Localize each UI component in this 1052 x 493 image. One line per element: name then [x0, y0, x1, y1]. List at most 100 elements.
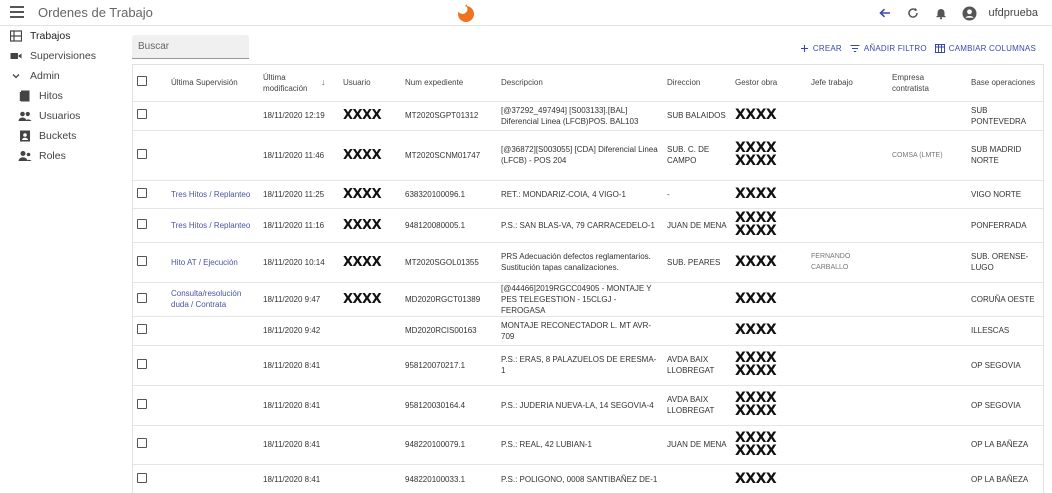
row-select-cell: [133, 130, 167, 181]
table-row[interactable]: 18/11/2020 11:46 XXXX MT2020SCNM01747 [@368…: [133, 130, 1043, 181]
sidebar-item-trabajos[interactable]: Trabajos: [0, 26, 126, 46]
site-manager-cell: XXXX XXXX: [731, 345, 807, 386]
sidebar-item-supervisiones[interactable]: Supervisiones: [0, 46, 126, 66]
table-row[interactable]: 18/11/2020 8:41 948220100079.1 P.S.: REAL,…: [133, 425, 1043, 465]
column-header[interactable]: Direccion: [663, 65, 731, 102]
column-header[interactable]: Descripcion: [497, 65, 663, 102]
redacted-manager: XXXX: [735, 153, 777, 169]
contractor-cell: COMSA (LMTE): [888, 130, 967, 181]
account-circle-icon[interactable]: [960, 4, 978, 22]
row-select-cell: [133, 425, 167, 465]
back-arrow-icon[interactable]: [876, 4, 894, 22]
table-row[interactable]: Tres Hitos / Replanteo 18/11/2020 11:16 XX…: [133, 208, 1043, 243]
last-modified-cell: 18/11/2020 8:41: [259, 345, 339, 386]
sort-arrow-down-icon[interactable]: ↓: [321, 77, 326, 88]
user-cell: XXXX: [339, 242, 401, 283]
row-checkbox[interactable]: [137, 472, 147, 483]
operations-base-cell: VIGO NORTE: [967, 180, 1043, 209]
expedient-number-cell: 958120030164.4: [401, 385, 497, 426]
column-header[interactable]: Jefe trabajo: [807, 65, 888, 102]
bell-icon[interactable]: [932, 4, 950, 22]
row-select-cell: [133, 316, 167, 346]
table-row[interactable]: Tres Hitos / Replanteo 18/11/2020 11:25 XX…: [133, 180, 1043, 209]
sidebar-item-admin[interactable]: Admin: [0, 66, 126, 86]
last-modified-cell: 18/11/2020 8:41: [259, 464, 339, 493]
last-supervision-cell: [167, 101, 259, 131]
select-all-checkbox[interactable]: [137, 76, 147, 87]
row-checkbox[interactable]: [137, 218, 147, 229]
column-header[interactable]: Gestor obra: [731, 65, 807, 102]
operations-base-cell: ILLESCAS: [967, 316, 1043, 346]
work-lead-cell: [807, 385, 888, 426]
last-supervision-cell[interactable]: Hito AT / Ejecución: [167, 242, 259, 283]
table-body: 18/11/2020 12:19 XXXX MT2020SGPT01312 [@372…: [133, 101, 1043, 493]
description-cell: MONTAJE RECONECTADOR L. MT AVR-709: [497, 316, 663, 346]
table-row[interactable]: Consulta/resolución duda / Contrata 18/11…: [133, 282, 1043, 317]
last-supervision-cell[interactable]: Tres Hitos / Replanteo: [167, 180, 259, 209]
column-header-last-modified[interactable]: Última modificación ↓: [259, 65, 339, 102]
row-checkbox[interactable]: [137, 398, 147, 409]
last-modified-cell: 18/11/2020 11:46: [259, 130, 339, 181]
row-checkbox[interactable]: [137, 358, 147, 369]
expedient-number-cell: MT2020SGPT01312: [401, 101, 497, 131]
table-toolbar: Crear Añadir filtro Cambiar columnas: [800, 44, 1036, 53]
column-header[interactable]: Num expediente: [401, 65, 497, 102]
work-lead-cell: [807, 464, 888, 493]
redacted-manager: XXXX: [735, 185, 777, 202]
last-supervision-cell[interactable]: Consulta/resolución duda / Contrata: [167, 282, 259, 317]
last-modified-cell: 18/11/2020 8:41: [259, 385, 339, 426]
expedient-number-cell: 948120080005.1: [401, 208, 497, 243]
row-checkbox[interactable]: [137, 148, 147, 159]
row-checkbox[interactable]: [137, 109, 147, 119]
row-checkbox[interactable]: [137, 438, 147, 448]
user-cell: [339, 316, 401, 346]
contractor-cell: [888, 282, 967, 317]
operations-base-cell: PONFERRADA: [967, 208, 1043, 243]
table-row[interactable]: 18/11/2020 12:19 XXXX MT2020SGPT01312 [@372…: [133, 101, 1043, 131]
expedient-number-cell: MT2020SGOL01355: [401, 242, 497, 283]
user-cell: [339, 385, 401, 426]
operations-base-cell: OP SEGOVIA: [967, 345, 1043, 386]
table-row[interactable]: 18/11/2020 8:41 948220100033.1 P.S.: POLIG…: [133, 464, 1043, 493]
work-lead-cell: [807, 316, 888, 346]
address-cell: [663, 282, 731, 317]
sidebar-item-buckets[interactable]: Buckets: [0, 126, 126, 146]
row-checkbox[interactable]: [137, 187, 147, 198]
site-manager-cell: XXXX XXXX: [731, 385, 807, 426]
sidebar-item-roles[interactable]: Roles: [0, 146, 126, 166]
video-icon: [9, 49, 23, 63]
create-button[interactable]: Crear: [800, 44, 842, 53]
redacted-user: XXXX: [343, 291, 382, 307]
column-header[interactable]: Usuario: [339, 65, 401, 102]
user-cell: [339, 345, 401, 386]
sidebar-item-usuarios[interactable]: Usuarios: [0, 106, 126, 126]
work-lead-cell: [807, 180, 888, 209]
search-input[interactable]: [132, 35, 249, 58]
contractor-cell: [888, 101, 967, 131]
table-row[interactable]: 18/11/2020 8:41 958120030164.4 P.S.: JUDER…: [133, 385, 1043, 426]
row-checkbox[interactable]: [137, 292, 147, 303]
change-columns-button[interactable]: Cambiar columnas: [934, 44, 1036, 53]
table-row[interactable]: Hito AT / Ejecución 18/11/2020 10:14 XXXX M…: [133, 242, 1043, 283]
row-checkbox[interactable]: [137, 255, 147, 266]
redacted-user: XXXX: [343, 147, 382, 163]
create-button-label: Crear: [812, 44, 842, 53]
refresh-icon[interactable]: [904, 4, 922, 22]
list-icon: [9, 29, 23, 43]
table-row[interactable]: 18/11/2020 9:42 MD2020RCIS00163 MONTAJE RE…: [133, 316, 1043, 346]
description-cell: P.S.: JUDERIA NUEVA-LA, 14 SEGOVIA-4: [497, 385, 663, 426]
work-orders-table: Última Supervisión Última modificación↓ …: [132, 64, 1044, 493]
row-checkbox[interactable]: [137, 324, 147, 334]
menu-icon[interactable]: [10, 6, 24, 18]
user-name[interactable]: ufdprueba: [988, 7, 1038, 19]
sidebar-item-hitos[interactable]: Hitos: [0, 86, 126, 106]
table-row[interactable]: 18/11/2020 8:41 958120070217.1 P.S.: ERAS,…: [133, 345, 1043, 386]
last-supervision-cell[interactable]: Tres Hitos / Replanteo: [167, 208, 259, 243]
column-header[interactable]: Base operaciones: [967, 65, 1043, 102]
column-header[interactable]: Empresa contratista: [888, 65, 967, 102]
column-header[interactable]: Última Supervisión: [167, 65, 259, 102]
book-icon: [18, 89, 32, 103]
redacted-user: XXXX: [343, 217, 382, 233]
add-filter-button[interactable]: Añadir filtro: [850, 44, 927, 53]
redacted-manager: XXXX: [735, 107, 777, 123]
